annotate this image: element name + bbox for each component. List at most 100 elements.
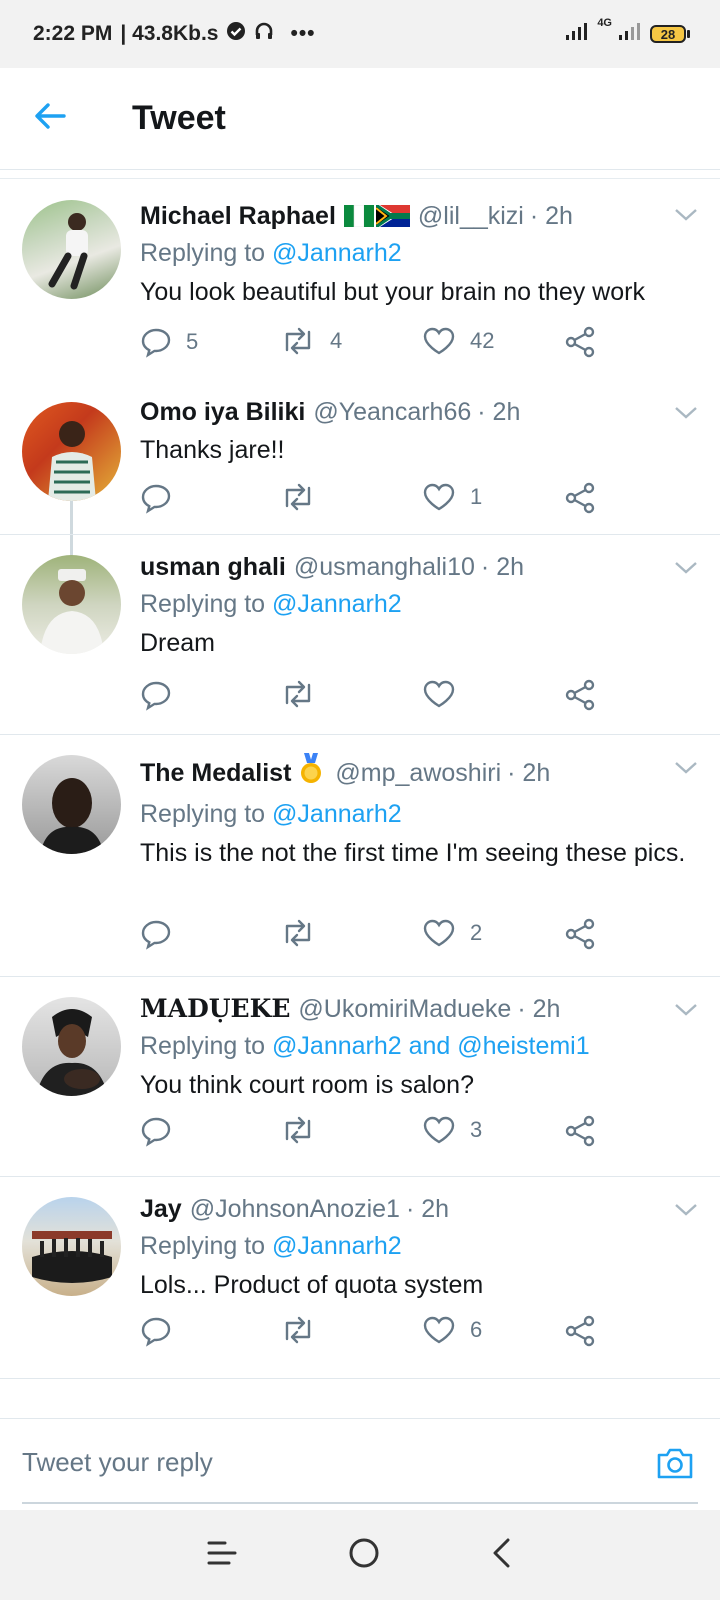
replying-to: Replying to @Jannarh2 and @heistemi1 [140, 1032, 590, 1060]
reply-button[interactable] [140, 918, 186, 950]
retweet-icon [285, 1316, 311, 1344]
tweet-text: This is the not the first time I'm seein… [140, 839, 686, 867]
avatar[interactable] [22, 555, 121, 654]
author-handle[interactable]: @UkomiriMadueke [298, 993, 511, 1025]
home-nav-button[interactable] [348, 1537, 380, 1574]
share-icon [565, 482, 595, 514]
camera-button[interactable] [656, 1445, 694, 1486]
like-button[interactable]: 42 [422, 326, 494, 356]
reply-input[interactable]: Tweet your reply [22, 1447, 213, 1478]
share-button[interactable] [564, 326, 596, 358]
menu-nav-button[interactable] [206, 1538, 238, 1573]
replies-feed[interactable]: Michael Raphael @lil__kizi · 2h Replying… [0, 180, 720, 1420]
author-handle[interactable]: @lil__kizi [418, 200, 524, 232]
like-button[interactable]: 6 [422, 1315, 482, 1345]
tweet[interactable]: Omo iya Biliki @Yeancarh66 · 2h Thanks j… [0, 380, 720, 535]
tweet[interactable]: usman ghali @usmanghali10 · 2h Replying … [0, 535, 720, 735]
tweet[interactable]: MADỤEKE @UkomiriMadueke · 2h Replying to… [0, 977, 720, 1177]
mention-link[interactable]: @Jannarh2 [272, 590, 402, 618]
retweet-button[interactable]: 4 [280, 326, 342, 356]
reply-button[interactable]: 5 [140, 326, 198, 358]
share-icon [565, 326, 595, 358]
share-button[interactable] [564, 679, 596, 711]
author-handle[interactable]: @usmanghali10 [294, 551, 475, 583]
author-name[interactable]: Jay [140, 1193, 182, 1225]
reply-icon [141, 1117, 171, 1147]
chevron-down-icon[interactable] [672, 1199, 700, 1219]
like-button[interactable]: 3 [422, 1115, 482, 1145]
author-name[interactable]: MADỤEKE [140, 993, 290, 1025]
divider [0, 178, 720, 179]
tweet-text: Dream [140, 629, 216, 657]
headphones-icon [254, 21, 274, 47]
retweet-icon [285, 327, 311, 355]
like-count: 2 [470, 920, 483, 945]
mention-link[interactable]: @Jannarh2 [272, 1232, 402, 1260]
like-button[interactable]: 1 [422, 482, 482, 512]
tweet[interactable]: The Medalist @mp_awoshiri · 2h Replying … [0, 735, 720, 977]
back-nav-button[interactable] [490, 1537, 514, 1574]
author-handle[interactable]: @JohnsonAnozie1 [190, 1193, 400, 1225]
reply-button[interactable] [140, 1115, 186, 1147]
author-handle[interactable]: @mp_awoshiri [335, 757, 501, 789]
reply-button[interactable] [140, 679, 186, 711]
mention-link[interactable]: @Jannarh2 [272, 800, 402, 828]
medal-icon [299, 753, 323, 793]
heart-icon [423, 327, 455, 355]
author-name[interactable]: Michael Raphael [140, 200, 336, 232]
arrow-left-icon [33, 101, 67, 136]
tweet[interactable]: Michael Raphael @lil__kizi · 2h Replying… [0, 180, 720, 380]
network-speed: | 43.8Kb.s [120, 22, 219, 45]
chevron-down-icon[interactable] [672, 204, 700, 224]
replying-to: Replying to @Jannarh2 [140, 239, 402, 267]
replying-to: Replying to @Jannarh2 [140, 1232, 402, 1260]
share-button[interactable] [564, 1115, 596, 1147]
system-nav-bar [0, 1510, 720, 1600]
tweet[interactable]: Jay @JohnsonAnozie1 · 2h Replying to @Ja… [0, 1177, 720, 1379]
avatar[interactable] [22, 1197, 121, 1296]
share-icon [565, 918, 595, 950]
chevron-left-icon [493, 1538, 510, 1567]
reply-button[interactable] [140, 1315, 186, 1347]
back-button[interactable] [0, 101, 110, 136]
author-name[interactable]: Omo iya Biliki [140, 396, 305, 428]
chevron-down-icon[interactable] [672, 757, 700, 777]
avatar[interactable] [22, 200, 121, 299]
mention-link[interactable]: @Jannarh2 and @heistemi1 [272, 1032, 590, 1060]
share-button[interactable] [564, 1315, 596, 1347]
author-name[interactable]: usman ghali [140, 551, 286, 583]
share-button[interactable] [564, 918, 596, 950]
tweet-text: Lols... Product of quota system [140, 1271, 484, 1299]
chevron-down-icon[interactable] [672, 402, 700, 422]
share-icon [565, 1315, 595, 1347]
avatar[interactable] [22, 755, 121, 854]
retweet-count: 4 [330, 328, 343, 353]
retweet-button[interactable] [280, 918, 330, 948]
tweet-text: Thanks jare!! [140, 436, 285, 464]
chevron-down-icon[interactable] [672, 557, 700, 577]
share-button[interactable] [564, 482, 596, 514]
author-handle[interactable]: @Yeancarh66 [313, 396, 471, 428]
retweet-icon [285, 680, 311, 708]
timestamp: · 2h [477, 398, 521, 426]
mention-link[interactable]: @Jannarh2 [272, 239, 402, 267]
avatar[interactable] [22, 997, 121, 1096]
like-button[interactable]: 2 [422, 918, 482, 948]
like-button[interactable] [422, 679, 470, 709]
reply-icon [141, 920, 171, 950]
tweet-text: You think court room is salon? [140, 1071, 474, 1099]
avatar[interactable] [22, 402, 121, 501]
chevron-down-icon[interactable] [672, 999, 700, 1019]
retweet-icon [285, 483, 311, 511]
retweet-button[interactable] [280, 1115, 330, 1145]
more-notifications: ••• [290, 22, 316, 45]
retweet-button[interactable] [280, 482, 330, 512]
reply-button[interactable] [140, 482, 186, 514]
retweet-button[interactable] [280, 1315, 330, 1345]
menu-icon [207, 1541, 237, 1564]
page-title: Tweet [132, 99, 226, 137]
retweet-button[interactable] [280, 679, 330, 709]
author-name[interactable]: The Medalist [140, 757, 291, 789]
app-header: Tweet [0, 68, 720, 170]
heart-icon [423, 919, 455, 947]
